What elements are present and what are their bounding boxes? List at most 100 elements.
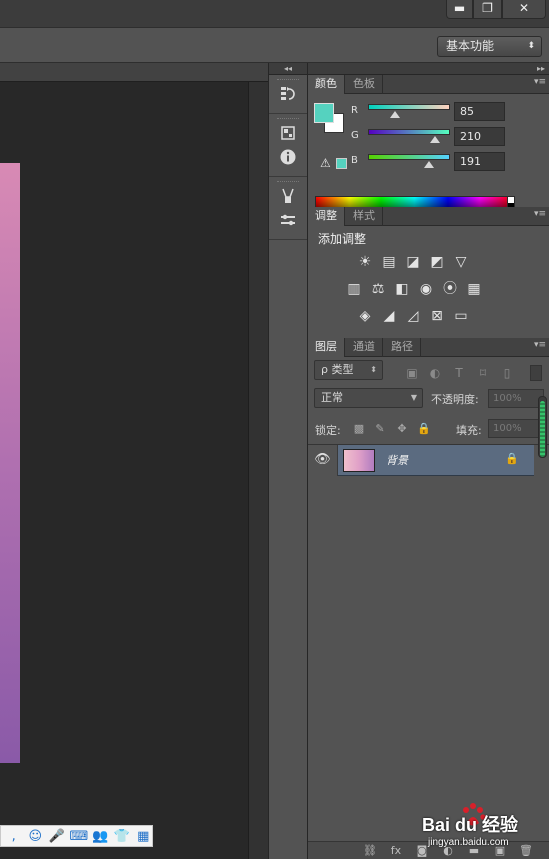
panel-menu-icon[interactable]: ▾≡ xyxy=(534,77,546,87)
panel-menu-icon[interactable]: ▾≡ xyxy=(534,340,546,350)
info-icon[interactable] xyxy=(275,148,301,172)
tab-swatches[interactable]: 色板 xyxy=(346,75,383,94)
adjustments-panel: 调整 样式 ▾≡ 添加调整 ☀ ▤ ◪ ◩ ▽ ▥ ⚖ ◧ ◉ ⦿ ▦ ◈ ◢ … xyxy=(308,207,549,338)
workspace-select[interactable]: 基本功能 ⬍ xyxy=(437,36,542,57)
microphone-icon[interactable]: 🎤 xyxy=(48,829,66,844)
document-tab-strip xyxy=(0,63,268,82)
type-filter-icon[interactable]: T xyxy=(451,365,467,381)
document-canvas-area[interactable] xyxy=(0,82,268,859)
lock-position-icon[interactable]: ✥ xyxy=(395,421,409,437)
brightness-contrast-icon[interactable]: ☀ xyxy=(355,252,375,272)
user-icon[interactable]: 👥 xyxy=(92,829,110,844)
lock-all-icon[interactable]: 🔒 xyxy=(417,421,431,437)
right-panel-column: ▸▸ 颜色 色板 ▾≡ R 85 G 210 ⚠ B 191 调整 样式 ▾≡ … xyxy=(308,63,549,859)
smart-object-filter-icon[interactable]: ▯ xyxy=(499,365,515,381)
exposure-icon[interactable]: ◩ xyxy=(427,252,447,272)
watermark-url: jingyan.baidu.com xyxy=(428,837,509,848)
chevron-updown-icon: ⬍ xyxy=(370,365,377,374)
adjustments-panel-tabs: 调整 样式 ▾≡ xyxy=(308,207,549,226)
link-layers-icon[interactable]: ⛓ xyxy=(361,842,379,859)
selective-color-icon[interactable]: ⊠ xyxy=(427,306,447,326)
photo-filter-icon[interactable]: ◉ xyxy=(416,279,436,299)
minimize-button[interactable]: ▬ xyxy=(446,0,473,19)
tab-channels[interactable]: 通道 xyxy=(346,338,383,357)
levels-icon[interactable]: ▤ xyxy=(379,252,399,272)
filter-toggle-switch[interactable] xyxy=(530,365,542,381)
green-slider[interactable] xyxy=(368,129,450,143)
visibility-eye-icon[interactable]: 👁 xyxy=(308,445,338,476)
layer-filter-select[interactable]: ρ 类型 ⬍ xyxy=(314,360,383,380)
slider-thumb[interactable] xyxy=(429,136,440,143)
pixel-filter-icon[interactable]: ▣ xyxy=(404,365,420,381)
skin-icon[interactable]: 👕 xyxy=(113,829,131,844)
red-slider[interactable] xyxy=(368,104,450,118)
blend-mode-select[interactable]: 正常 ▼ xyxy=(314,388,423,408)
emoji-icon[interactable]: ☺ xyxy=(27,829,45,844)
tab-layers[interactable]: 图层 xyxy=(308,338,345,357)
brush-presets-icon[interactable] xyxy=(275,211,301,235)
green-value-input[interactable]: 210 xyxy=(454,127,505,146)
curves-icon[interactable]: ◪ xyxy=(403,252,423,272)
hue-saturation-icon[interactable]: ▥ xyxy=(344,279,364,299)
posterize-icon[interactable]: ◢ xyxy=(379,306,399,326)
foreground-color-swatch[interactable] xyxy=(314,103,334,123)
layer-name[interactable]: 背景 xyxy=(386,452,408,468)
adjustment-filter-icon[interactable]: ◐ xyxy=(427,365,443,381)
channel-mixer-icon[interactable]: ⦿ xyxy=(440,279,460,299)
tab-adjustments[interactable]: 调整 xyxy=(308,207,345,226)
opacity-input[interactable]: 100% xyxy=(488,389,544,408)
workspace-label: 基本功能 xyxy=(446,39,495,53)
vibrance-icon[interactable]: ▽ xyxy=(451,252,471,272)
shape-filter-icon[interactable]: ⌑ xyxy=(475,365,491,381)
black-white-icon[interactable]: ◧ xyxy=(392,279,412,299)
panel-menu-icon[interactable]: ▾≡ xyxy=(534,209,546,219)
history-icon[interactable] xyxy=(275,85,301,109)
chevron-down-icon: ▼ xyxy=(410,393,417,402)
blue-value-input[interactable]: 191 xyxy=(454,152,505,171)
close-button[interactable]: ✕ xyxy=(502,0,546,19)
document-vertical-scrollbar[interactable] xyxy=(248,82,268,859)
ime-toolbar: , ☺ 🎤 ⌨ 👥 👕 ▦ xyxy=(0,825,153,847)
websafe-color-swatch[interactable] xyxy=(336,158,347,169)
lock-image-pixels-icon[interactable]: ✎ xyxy=(373,421,387,437)
layer-style-fx-icon[interactable]: fx xyxy=(387,842,405,859)
layers-scrollbar[interactable] xyxy=(538,396,547,458)
layers-panel-tabs: 图层 通道 路径 ▾≡ xyxy=(308,338,549,357)
tab-styles[interactable]: 样式 xyxy=(346,207,383,226)
dock-grip[interactable] xyxy=(277,79,299,82)
color-panel: 颜色 色板 ▾≡ R 85 G 210 ⚠ B 191 xyxy=(308,75,549,217)
red-value-input[interactable]: 85 xyxy=(454,102,505,121)
dock-grip[interactable] xyxy=(277,181,299,184)
layer-row[interactable]: 👁 背景 🔒 xyxy=(308,445,534,476)
add-adjustment-title: 添加调整 xyxy=(318,232,367,246)
red-channel-label: R xyxy=(351,105,358,116)
tab-color[interactable]: 颜色 xyxy=(308,75,345,94)
layer-thumbnail[interactable] xyxy=(343,449,375,472)
panels-collapse-button[interactable]: ▸▸ xyxy=(308,63,549,75)
threshold-icon[interactable]: ◿ xyxy=(403,306,423,326)
lock-transparent-pixels-icon[interactable]: ▩ xyxy=(352,421,366,437)
invert-icon[interactable]: ◈ xyxy=(355,306,375,326)
layers-panel: 图层 通道 路径 ▾≡ ρ 类型 ⬍ ▣ ◐ T ⌑ ▯ 正常 ▼ 不透明度: … xyxy=(308,338,549,859)
tab-paths[interactable]: 路径 xyxy=(384,338,421,357)
scrollbar-thumb[interactable] xyxy=(540,401,545,457)
brush-icon[interactable] xyxy=(275,187,301,211)
slider-thumb[interactable] xyxy=(424,161,434,168)
gradient-map-icon[interactable]: ▭ xyxy=(451,306,471,326)
punctuation-icon[interactable]: , xyxy=(5,829,23,844)
toolbox-icon[interactable]: ▦ xyxy=(135,829,153,844)
out-of-gamut-warning-icon[interactable]: ⚠ xyxy=(320,156,331,170)
color-balance-icon[interactable]: ⚖ xyxy=(368,279,388,299)
dock-grip[interactable] xyxy=(277,118,299,121)
adjustment-row: ☀ ▤ ◪ ◩ ▽ xyxy=(355,252,471,272)
restore-button[interactable]: ❐ xyxy=(473,0,502,19)
color-lookup-icon[interactable]: ▦ xyxy=(464,279,484,299)
fill-input[interactable]: 100% xyxy=(488,419,544,438)
keyboard-icon[interactable]: ⌨ xyxy=(70,829,89,844)
canvas-image[interactable] xyxy=(0,163,20,763)
properties-icon[interactable] xyxy=(275,124,301,148)
blue-slider[interactable] xyxy=(368,154,450,168)
lock-label: 锁定: xyxy=(315,424,341,437)
slider-thumb[interactable] xyxy=(390,111,401,118)
dock-collapse-button[interactable]: ◂◂ xyxy=(269,63,307,75)
